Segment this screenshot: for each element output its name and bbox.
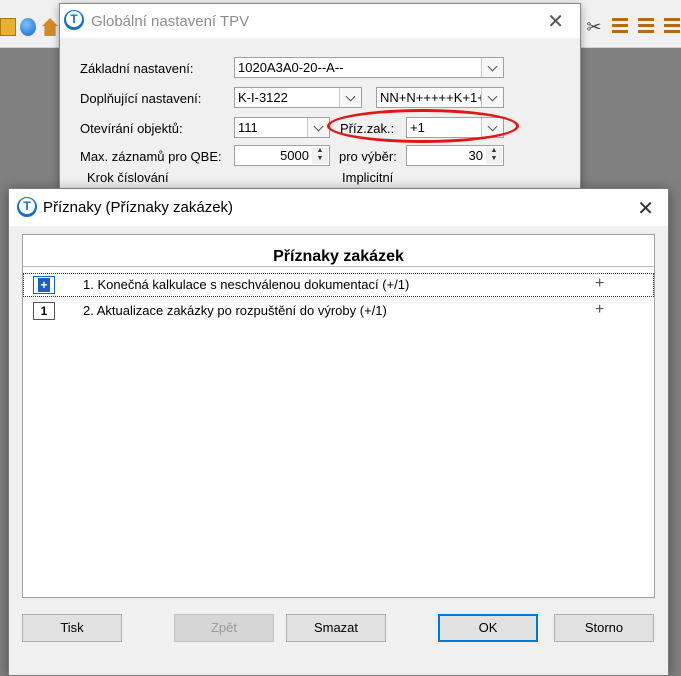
storno-button[interactable]: Storno: [554, 614, 654, 642]
chevron-down-icon[interactable]: [307, 118, 329, 137]
tisk-button[interactable]: Tisk: [22, 614, 122, 642]
row-flag: +: [595, 301, 605, 318]
priznaky-dialog: Příznaky (Příznaky zakázek) ✕ Příznaky z…: [8, 188, 669, 676]
doplnujici-value: K-I-3122: [238, 90, 288, 105]
row-value: +: [38, 278, 50, 292]
toolbar-home-icon[interactable]: [42, 18, 58, 36]
priznaky-table: Příznaky zakázek + 1. Konečná kalkulace …: [22, 234, 655, 598]
global-settings-titlebar: Globální nastavení TPV ✕: [60, 4, 580, 38]
otevirani-label: Otevírání objektů:: [80, 121, 183, 136]
doplnujici-combo[interactable]: K-I-3122: [234, 87, 362, 108]
doplnujici-label: Doplňující nastavení:: [80, 91, 202, 106]
toolbar-yellow-icon[interactable]: [0, 18, 16, 36]
zakladni-combo[interactable]: 1020A3A0-20--A--: [234, 57, 504, 78]
ok-button[interactable]: OK: [438, 614, 538, 642]
table-row[interactable]: 1 2. Aktualizace zakázky po rozpuštění d…: [23, 299, 654, 323]
otevirani-combo[interactable]: 111: [234, 117, 330, 138]
zpet-button[interactable]: Zpět: [174, 614, 274, 642]
table-title: Příznaky zakázek: [23, 235, 654, 267]
implicitni-group: Implicitní: [339, 170, 397, 185]
table-row[interactable]: + 1. Konečná kalkulace s neschválenou do…: [23, 273, 654, 297]
chevron-down-icon[interactable]: [481, 58, 503, 77]
row-value-input[interactable]: +: [33, 276, 55, 294]
zakladni-label: Základní nastavení:: [80, 61, 194, 76]
row-value-input[interactable]: 1: [33, 302, 55, 320]
toolbar-list-icon[interactable]: [612, 18, 628, 36]
priznaky-title: Příznaky (Příznaky zakázek): [43, 199, 234, 216]
close-icon[interactable]: ✕: [637, 196, 654, 221]
toolbar-list-icon[interactable]: [664, 18, 680, 36]
toolbar-tools-icon[interactable]: ✂: [586, 18, 602, 36]
row-flag: +: [595, 275, 605, 292]
zakladni-value: 1020A3A0-20--A--: [238, 60, 344, 75]
chevron-down-icon[interactable]: [481, 88, 503, 107]
close-icon[interactable]: ✕: [547, 9, 564, 34]
max-zaznamu-spinner[interactable]: 5000 ▲ ▼: [234, 145, 330, 166]
spin-arrows-icon[interactable]: ▲ ▼: [486, 147, 502, 164]
row-text: 1. Konečná kalkulace s neschválenou doku…: [83, 277, 410, 292]
row-text: 2. Aktualizace zakázky po rozpuštění do …: [83, 303, 387, 318]
pro-vyber-label: pro výběr:: [339, 149, 397, 164]
max-zaznamu-label: Max. záznamů pro QBE:: [80, 149, 222, 164]
global-settings-title: Globální nastavení TPV: [91, 13, 250, 30]
smazat-button[interactable]: Smazat: [286, 614, 386, 642]
max-zaznamu-value: 5000: [280, 148, 309, 163]
pro-vyber-spinner[interactable]: 30 ▲ ▼: [406, 145, 504, 166]
global-settings-dialog: Globální nastavení TPV ✕ Základní nastav…: [59, 3, 581, 191]
priznaky-titlebar: Příznaky (Příznaky zakázek) ✕: [9, 189, 668, 226]
otevirani-value: 111: [238, 120, 258, 135]
toolbar-list-icon[interactable]: [638, 18, 654, 36]
chevron-down-icon[interactable]: [339, 88, 361, 107]
doplnujici-combo-2[interactable]: NN+N+++++K+1+: [376, 87, 504, 108]
krok-cislovani-group: Krok číslování: [84, 170, 172, 185]
doplnujici-value-2: NN+N+++++K+1+: [380, 90, 485, 105]
spin-arrows-icon[interactable]: ▲ ▼: [312, 147, 328, 164]
app-logo-icon: [64, 10, 84, 30]
highlight-ellipse: [327, 109, 519, 143]
toolbar-globe-icon[interactable]: [20, 18, 36, 36]
app-logo-icon: [17, 197, 37, 217]
pro-vyber-value: 30: [468, 148, 483, 163]
